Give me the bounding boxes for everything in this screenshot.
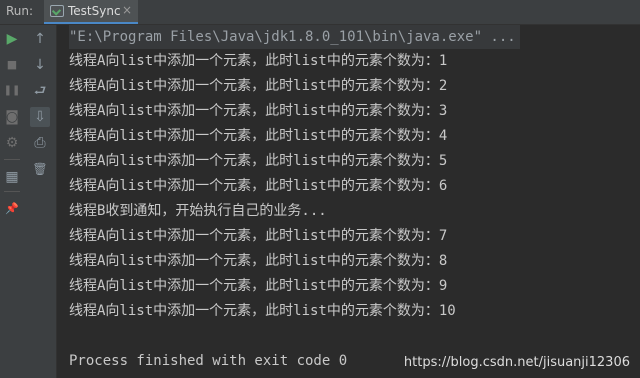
watermark: https://blog.csdn.net/jisuanji12306 — [403, 355, 630, 370]
pin-icon[interactable]: 📌 — [2, 199, 22, 219]
trash-icon[interactable]: 🗑 — [30, 159, 50, 179]
toolbar-separator — [4, 159, 20, 160]
tab-testsync[interactable]: TestSync × — [44, 0, 138, 24]
exit-message: Process finished with exit code 0 — [69, 353, 348, 369]
toolbar-separator — [4, 191, 20, 192]
pause-icon[interactable]: ❚❚ — [2, 81, 22, 101]
settings-icon[interactable]: ⚙ — [2, 133, 22, 153]
output-line: 线程A向list中添加一个元素，此时list中的元素个数为：5 — [69, 153, 448, 169]
command-line: "E:\Program Files\Java\jdk1.8.0_101\bin\… — [69, 25, 520, 49]
tab-title: TestSync — [68, 4, 121, 18]
soft-wrap-icon[interactable]: ⮐ — [30, 81, 50, 101]
layout-icon[interactable]: ▦ — [2, 167, 22, 187]
up-arrow-icon[interactable]: ↑ — [30, 29, 50, 49]
output-line: 线程A向list中添加一个元素，此时list中的元素个数为：2 — [69, 78, 448, 94]
run-config-icon — [50, 5, 64, 17]
scroll-to-end-icon[interactable]: ⇩ — [30, 107, 50, 127]
print-icon[interactable]: ⎙ — [30, 133, 50, 153]
output-line: 线程A向list中添加一个元素，此时list中的元素个数为：10 — [69, 303, 456, 319]
run-tool-window-header: Run: TestSync × — [0, 0, 640, 25]
output-line: 线程A向list中添加一个元素，此时list中的元素个数为：3 — [69, 103, 448, 119]
output-line: 线程A向list中添加一个元素，此时list中的元素个数为：1 — [69, 53, 448, 69]
down-arrow-icon[interactable]: ↓ — [30, 55, 50, 75]
run-toolbar: ▶ ↑ ■ ↓ ❚❚ ⮐ ◙ ⇩ ⚙ ⎙ 🗑 ▦ 📌 — [0, 25, 57, 378]
stop-icon[interactable]: ■ — [2, 55, 22, 75]
output-line: 线程A向list中添加一个元素，此时list中的元素个数为：8 — [69, 253, 448, 269]
output-line: 线程A向list中添加一个元素，此时list中的元素个数为：7 — [69, 228, 448, 244]
rerun-icon[interactable]: ▶ — [2, 29, 22, 49]
output-line: 线程B收到通知，开始执行自己的业务... — [69, 203, 327, 219]
camera-icon[interactable]: ◙ — [2, 107, 22, 127]
output-line: 线程A向list中添加一个元素，此时list中的元素个数为：6 — [69, 178, 448, 194]
run-label: Run: — [6, 4, 34, 18]
console-output[interactable]: "E:\Program Files\Java\jdk1.8.0_101\bin\… — [57, 25, 640, 378]
output-line: 线程A向list中添加一个元素，此时list中的元素个数为：4 — [69, 128, 448, 144]
output-line: 线程A向list中添加一个元素，此时list中的元素个数为：9 — [69, 278, 448, 294]
close-icon[interactable]: × — [122, 3, 132, 17]
